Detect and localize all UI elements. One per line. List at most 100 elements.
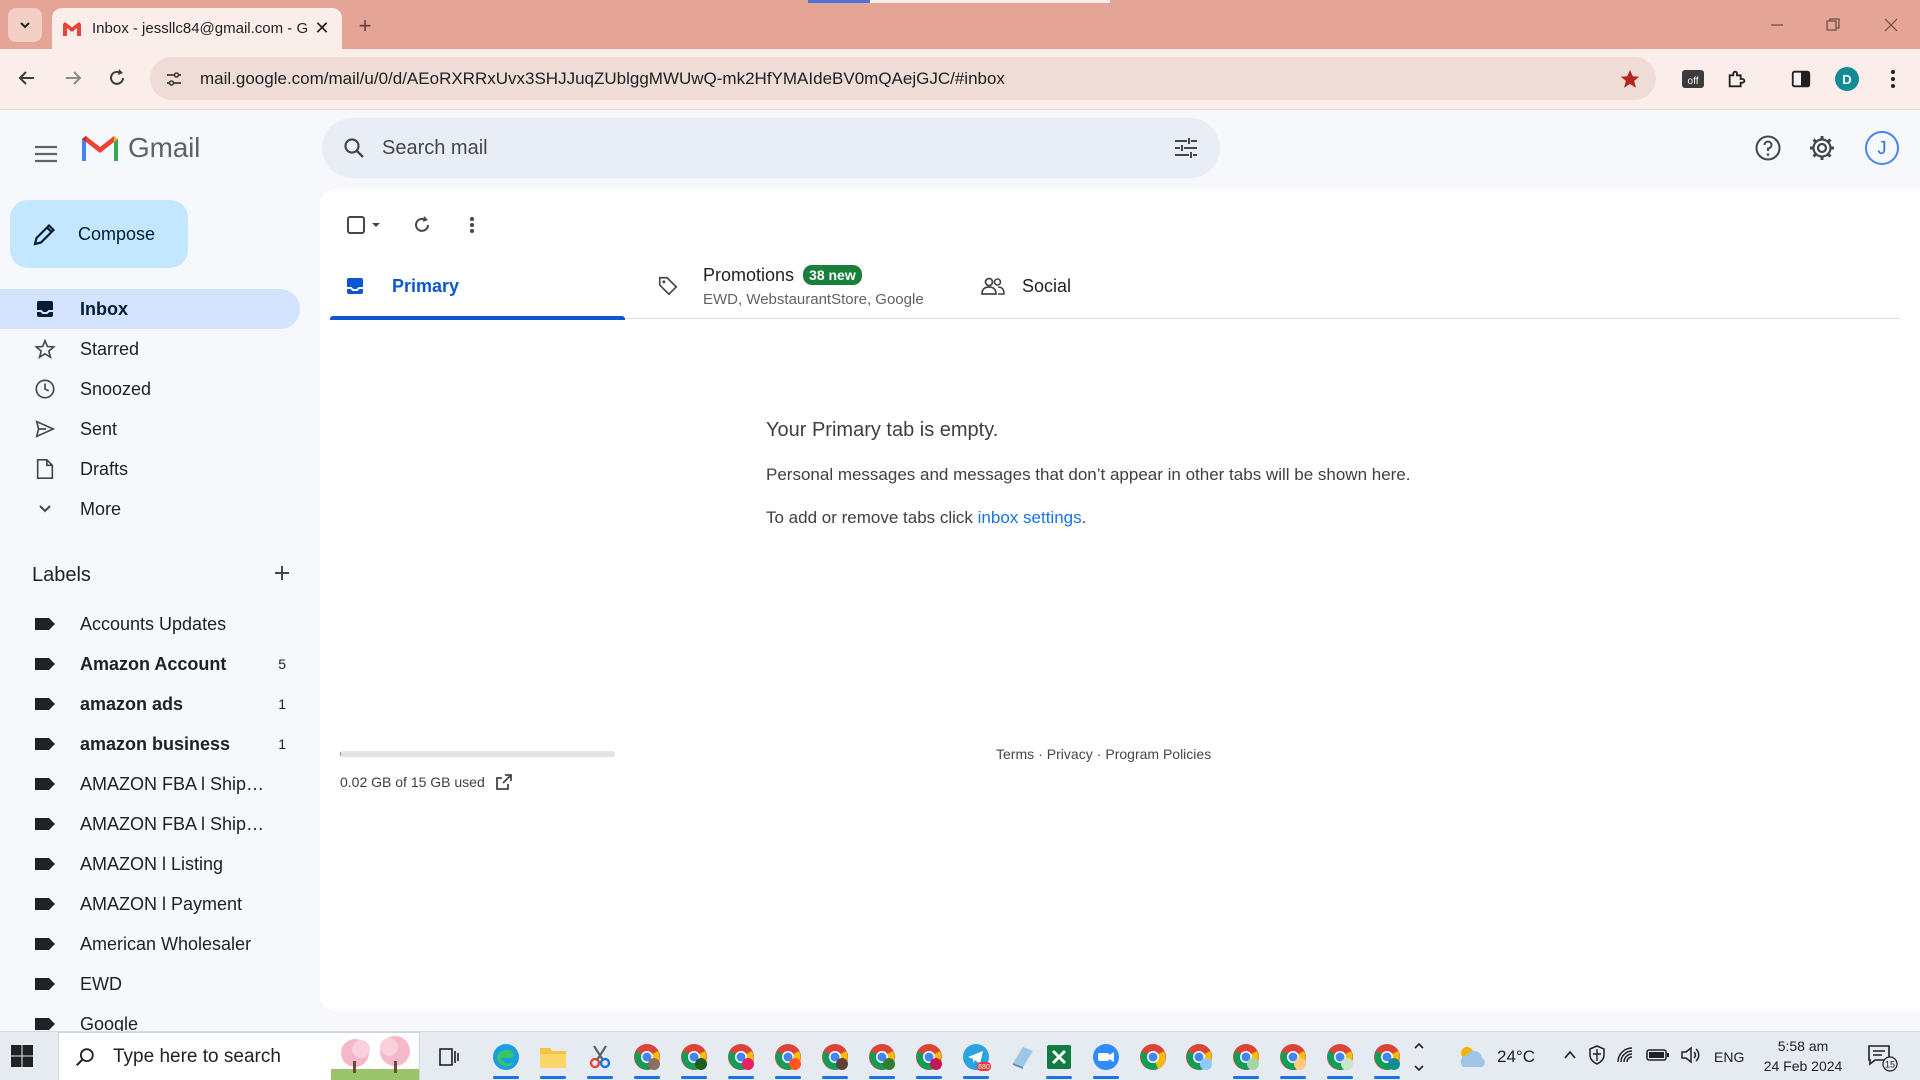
- close-window-icon[interactable]: [1876, 10, 1906, 40]
- nav-item-sent[interactable]: Sent: [0, 409, 300, 449]
- label-item[interactable]: AMAZON FBA l Shipmen...: [0, 764, 300, 804]
- chrome-profile-12-icon[interactable]: [1368, 1038, 1406, 1079]
- add-label-icon[interactable]: [272, 563, 292, 588]
- close-tab-icon[interactable]: ✕: [312, 18, 332, 39]
- chrome-profile-7-icon[interactable]: [910, 1038, 948, 1079]
- mail-search-bar[interactable]: [322, 118, 1220, 178]
- privacy-link[interactable]: Privacy: [1047, 746, 1093, 762]
- nav-item-starred[interactable]: Starred: [0, 329, 300, 369]
- taskbar-search-box[interactable]: Type here to search: [58, 1032, 420, 1080]
- label-item[interactable]: amazon business 1: [0, 724, 300, 764]
- chrome-profile-9-icon[interactable]: [1227, 1038, 1265, 1079]
- task-view-icon[interactable]: [430, 1038, 468, 1076]
- minimize-window-icon[interactable]: [1762, 10, 1792, 40]
- program-policies-link[interactable]: Program Policies: [1105, 746, 1211, 762]
- chrome-icon[interactable]: [1134, 1038, 1172, 1076]
- chrome-menu-icon[interactable]: [1876, 62, 1910, 96]
- open-in-new-icon[interactable]: [493, 771, 515, 793]
- label-item[interactable]: amazon ads 1: [0, 684, 300, 724]
- nav-item-inbox[interactable]: Inbox: [0, 289, 300, 329]
- back-button[interactable]: [12, 63, 42, 93]
- chrome-profile-avatar[interactable]: D: [1830, 62, 1864, 96]
- edge-browser-icon[interactable]: [487, 1038, 525, 1079]
- empty-state-description: Personal messages and messages that don’…: [766, 465, 1411, 484]
- main-menu-button[interactable]: [26, 134, 66, 174]
- defender-shield-icon[interactable]: [1588, 1045, 1606, 1068]
- notification-center-button[interactable]: 15: [1866, 1032, 1898, 1080]
- gmail-logo[interactable]: Gmail: [80, 132, 200, 164]
- more-options-icon[interactable]: [452, 205, 492, 245]
- extensions-puzzle-icon[interactable]: [1720, 62, 1754, 96]
- nav-item-drafts[interactable]: Drafts: [0, 449, 300, 489]
- wifi-icon[interactable]: [1616, 1046, 1636, 1067]
- battery-icon[interactable]: [1646, 1048, 1670, 1065]
- app-running-indicator: [869, 1076, 895, 1079]
- snipping-tool-icon[interactable]: [581, 1038, 619, 1079]
- inbox-icon: [33, 297, 57, 321]
- tab-promotions[interactable]: Promotions 38 new EWD, WebstaurantStore,…: [655, 253, 955, 319]
- taskbar-clock[interactable]: 5:58 am 24 Feb 2024: [1758, 1036, 1848, 1076]
- label-item[interactable]: AMAZON l Listing: [0, 844, 300, 884]
- tab-strip-indicator: [808, 0, 870, 3]
- tab-search-button[interactable]: [8, 8, 42, 42]
- file-explorer-icon[interactable]: [534, 1038, 572, 1079]
- weather-widget[interactable]: 24°C: [1455, 1032, 1535, 1080]
- terms-link[interactable]: Terms: [996, 746, 1034, 762]
- label-item[interactable]: AMAZON FBA l Shipped ...: [0, 804, 300, 844]
- browser-tab-gmail[interactable]: Inbox - jessllc84@gmail.com - G ✕: [52, 8, 342, 49]
- compose-button[interactable]: Compose: [10, 200, 188, 268]
- label-item[interactable]: Accounts Updates: [0, 604, 300, 644]
- app-running-indicator: [1093, 1076, 1119, 1079]
- account-avatar[interactable]: J: [1862, 128, 1902, 168]
- site-info-icon[interactable]: [154, 59, 194, 99]
- label-item[interactable]: EWD: [0, 964, 300, 1004]
- nav-item-more[interactable]: More: [0, 489, 300, 529]
- chrome-profile-1-icon[interactable]: [628, 1038, 666, 1079]
- chrome-profile-8-icon[interactable]: [1180, 1038, 1218, 1076]
- show-hidden-icons-icon[interactable]: [1562, 1047, 1578, 1066]
- windows-start-icon[interactable]: [10, 1044, 34, 1068]
- label-item[interactable]: AMAZON l Payment: [0, 884, 300, 924]
- search-options-icon[interactable]: [1162, 124, 1210, 172]
- forward-button[interactable]: [58, 63, 88, 93]
- chrome-profile-4-icon[interactable]: [769, 1038, 807, 1079]
- reload-button[interactable]: [102, 63, 132, 93]
- side-panel-icon[interactable]: [1784, 62, 1818, 96]
- tab-strip-indicator-light: [870, 0, 1110, 3]
- nav-label-starred: Starred: [80, 338, 140, 359]
- select-all-checkbox[interactable]: [340, 205, 392, 245]
- address-bar[interactable]: mail.google.com/mail/u/0/d/AEoRXRRxUvx3S…: [150, 57, 1656, 100]
- nav-item-snoozed[interactable]: Snoozed: [0, 369, 300, 409]
- inbox-settings-link[interactable]: inbox settings: [978, 508, 1082, 527]
- search-icon[interactable]: [326, 120, 382, 176]
- chrome-profile-11-icon[interactable]: [1321, 1038, 1359, 1079]
- label-item[interactable]: American Wholesaler: [0, 924, 300, 964]
- refresh-icon[interactable]: [402, 205, 442, 245]
- notepad-icon[interactable]: [1004, 1038, 1042, 1076]
- excel-icon[interactable]: [1040, 1038, 1078, 1079]
- extension-off-icon[interactable]: off: [1676, 62, 1710, 96]
- telegram-icon[interactable]: 680: [957, 1038, 995, 1079]
- taskbar-scroll-arrows[interactable]: [1404, 1038, 1434, 1076]
- chrome-profile-2-icon[interactable]: [675, 1038, 713, 1079]
- chrome-profile-5-icon[interactable]: [816, 1038, 854, 1079]
- inbox-tabs: Primary Promotions 38 new EWD, Webstaura…: [330, 253, 1900, 320]
- volume-icon[interactable]: [1680, 1046, 1700, 1067]
- chrome-profile-6-icon[interactable]: [863, 1038, 901, 1079]
- search-input[interactable]: [382, 136, 1162, 160]
- new-tab-button[interactable]: +: [352, 13, 378, 39]
- gmail-wordmark: Gmail: [128, 132, 201, 163]
- input-language[interactable]: ENG: [1714, 1049, 1744, 1065]
- settings-gear-icon[interactable]: [1802, 128, 1842, 168]
- tab-primary[interactable]: Primary: [330, 253, 625, 320]
- label-tag-icon: [35, 698, 55, 710]
- chrome-profile-10-icon[interactable]: [1274, 1038, 1312, 1079]
- chrome-profile-3-icon[interactable]: [722, 1038, 760, 1079]
- bookmark-star-icon[interactable]: [1610, 59, 1650, 99]
- tab-social[interactable]: Social: [980, 253, 1180, 319]
- restore-window-icon[interactable]: [1818, 10, 1848, 40]
- help-icon[interactable]: [1748, 128, 1788, 168]
- zoom-icon[interactable]: [1087, 1038, 1125, 1079]
- label-item[interactable]: Amazon Account 5: [0, 644, 300, 684]
- address-url[interactable]: mail.google.com/mail/u/0/d/AEoRXRRxUvx3S…: [194, 69, 1610, 89]
